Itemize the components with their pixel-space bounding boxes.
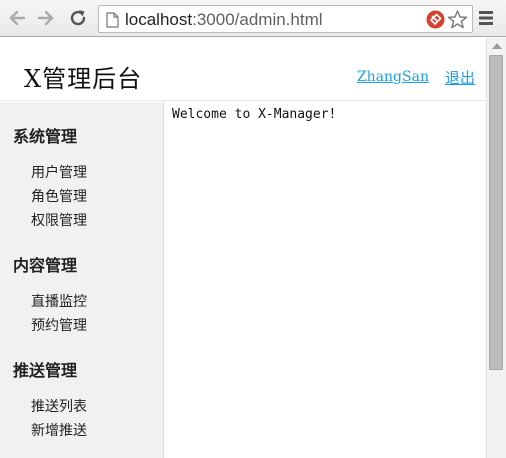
sidebar-group-system[interactable]: 系统管理 [13,123,77,147]
sidebar-item-new-push[interactable]: 新增推送 [31,420,87,440]
scroll-up-arrow-icon[interactable] [492,43,502,49]
sidebar-item-live-monitor[interactable]: 直播监控 [31,291,87,311]
reload-button[interactable] [66,6,90,30]
forward-button[interactable] [34,6,58,30]
address-bar-url[interactable]: localhost:3000/admin.html [125,9,323,31]
forward-arrow-icon [37,10,54,26]
welcome-message: Welcome to X-Manager! [172,107,337,122]
logout-link[interactable]: 退出 [445,67,475,88]
page-header: X管理后台 ZhangSan 退出 [0,38,486,101]
main-content: Welcome to X-Manager! [165,102,486,458]
url-path: :3000/admin.html [192,10,323,29]
address-bar[interactable]: localhost:3000/admin.html [98,5,473,33]
sidebar-group-push[interactable]: 推送管理 [13,357,77,381]
url-host: localhost [125,10,193,29]
back-arrow-icon [9,10,26,26]
extension-icon[interactable] [426,10,445,29]
sidebar-item-users[interactable]: 用户管理 [31,162,87,182]
scrollbar-thumb[interactable] [489,55,503,370]
back-button[interactable] [5,6,29,30]
sidebar-item-permissions[interactable]: 权限管理 [31,210,87,230]
sidebar-item-reservations[interactable]: 预约管理 [31,315,87,335]
browser-menu-button[interactable] [476,8,496,28]
page-icon [106,12,119,28]
sidebar-item-push-list[interactable]: 推送列表 [31,396,87,416]
hamburger-menu-icon [479,11,493,25]
user-link[interactable]: ZhangSan [357,69,429,88]
page-viewport: X管理后台 ZhangSan 退出 系统管理 用户管理 角色管理 权限管理 内容… [0,38,486,458]
site-title: X管理后台 [24,65,143,93]
browser-window: localhost:3000/admin.html X管理后台 ZhangSan… [0,0,506,458]
header-links: ZhangSan 退出 [357,69,475,88]
reload-icon [70,10,86,26]
sidebar-item-roles[interactable]: 角色管理 [31,186,87,206]
sidebar: 系统管理 用户管理 角色管理 权限管理 内容管理 直播监控 预约管理 推送管理 … [0,102,164,458]
star-icon[interactable] [447,9,468,30]
vertical-scrollbar[interactable] [486,38,506,458]
browser-toolbar: localhost:3000/admin.html [0,0,506,37]
sidebar-group-content[interactable]: 内容管理 [13,252,77,276]
